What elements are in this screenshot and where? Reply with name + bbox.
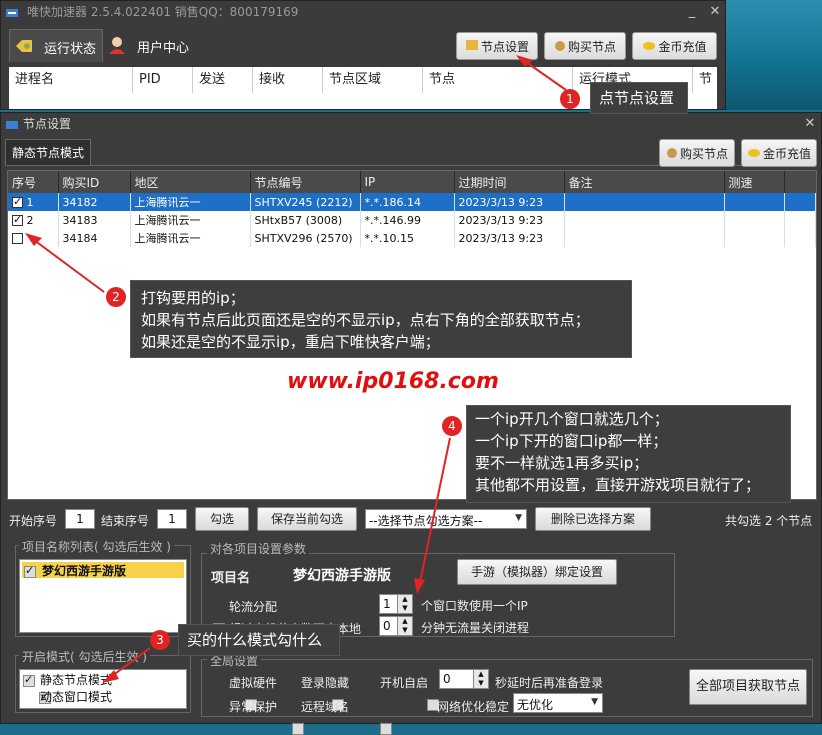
callout-2-line: 打钩要用的ip； (141, 289, 245, 307)
callout-4-line: 要不一样就选1再多买ip； (475, 454, 649, 472)
arrow-3 (102, 647, 151, 683)
callout-4-line: 其他都不用设置，直接开游戏项目就行了； (475, 476, 761, 494)
callout-2-line: 如果有节点后此页面还是空的不显示ip，点右下角的全部获取节点； (141, 311, 590, 329)
callout-4: 一个ip开几个窗口就选几个； 一个ip下开的窗口ip都一样； 要不一样就选1再多… (466, 405, 791, 503)
annotation-arrows (25, 55, 567, 683)
callout-2-line: 如果还是空的不显示ip，重启下唯快客户端； (141, 333, 440, 351)
arrow-4 (414, 437, 451, 594)
callout-4-line: 一个ip下开的窗口ip都一样； (475, 432, 668, 450)
callout-badge-1: 1 (560, 89, 580, 109)
callout-3: 买的什么模式勾什么 (178, 624, 340, 656)
callout-badge-2: 2 (106, 287, 126, 307)
arrow-2 (25, 233, 105, 293)
callout-2: 打钩要用的ip； 如果有节点后此页面还是空的不显示ip，点右下角的全部获取节点；… (130, 280, 632, 358)
callout-badge-3: 3 (150, 630, 170, 650)
callout-4-line: 一个ip开几个窗口就选几个； (475, 410, 669, 428)
arrow-1 (516, 55, 567, 91)
callout-1: 点节点设置 (590, 82, 688, 114)
remote-domain-checkbox[interactable] (379, 722, 392, 735)
abnormal-protect-checkbox[interactable] (292, 722, 305, 735)
callout-badge-4: 4 (442, 416, 462, 436)
